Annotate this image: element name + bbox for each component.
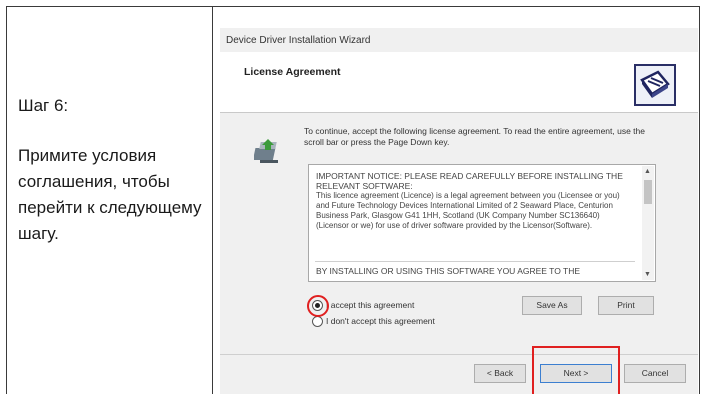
print-button[interactable]: Print (598, 296, 654, 315)
save-as-button[interactable]: Save As (522, 296, 582, 315)
step-description: Примите условия соглашения, чтобы перейт… (18, 146, 202, 243)
license-text: IMPORTANT NOTICE: PLEASE READ CAREFULLY … (316, 171, 634, 231)
radio-decline-label[interactable]: I don't accept this agreement (326, 316, 435, 326)
page-title: License Agreement (244, 66, 341, 78)
footer-divider (220, 354, 698, 355)
wizard-content: To continue, accept the following licens… (220, 113, 698, 353)
setup-package-icon (252, 136, 284, 166)
step-title: Шаг 6: (18, 96, 69, 115)
license-scrollbar[interactable]: ▲ ▼ (642, 166, 654, 280)
wizard-logo-icon (634, 64, 676, 106)
radio-highlight-annotation (307, 295, 329, 317)
back-button[interactable]: < Back (474, 364, 526, 383)
license-notice-heading: IMPORTANT NOTICE: PLEASE READ CAREFULLY … (316, 171, 623, 191)
chevron-down-icon[interactable]: ▼ (644, 271, 651, 278)
license-divider (315, 261, 635, 262)
window-title: Device Driver Installation Wizard (226, 35, 371, 46)
license-last-line: BY INSTALLING OR USING THIS SOFTWARE YOU… (316, 266, 581, 276)
radio-accept-label[interactable]: I accept this agreement (326, 300, 414, 310)
cancel-button[interactable]: Cancel (624, 364, 686, 383)
intro-text: To continue, accept the following licens… (304, 126, 646, 147)
radio-decline[interactable] (312, 316, 323, 327)
license-text-box[interactable]: IMPORTANT NOTICE: PLEASE READ CAREFULLY … (308, 164, 656, 282)
next-highlight-annotation (532, 346, 620, 394)
table-divider (212, 6, 213, 394)
wizard-header: License Agreement (220, 52, 698, 113)
chevron-up-icon[interactable]: ▲ (644, 168, 651, 175)
scroll-thumb[interactable] (644, 180, 652, 204)
license-notice-body: This licence agreement (Licence) is a le… (316, 191, 620, 230)
installation-wizard-dialog: Device Driver Installation Wizard Licens… (220, 28, 698, 394)
